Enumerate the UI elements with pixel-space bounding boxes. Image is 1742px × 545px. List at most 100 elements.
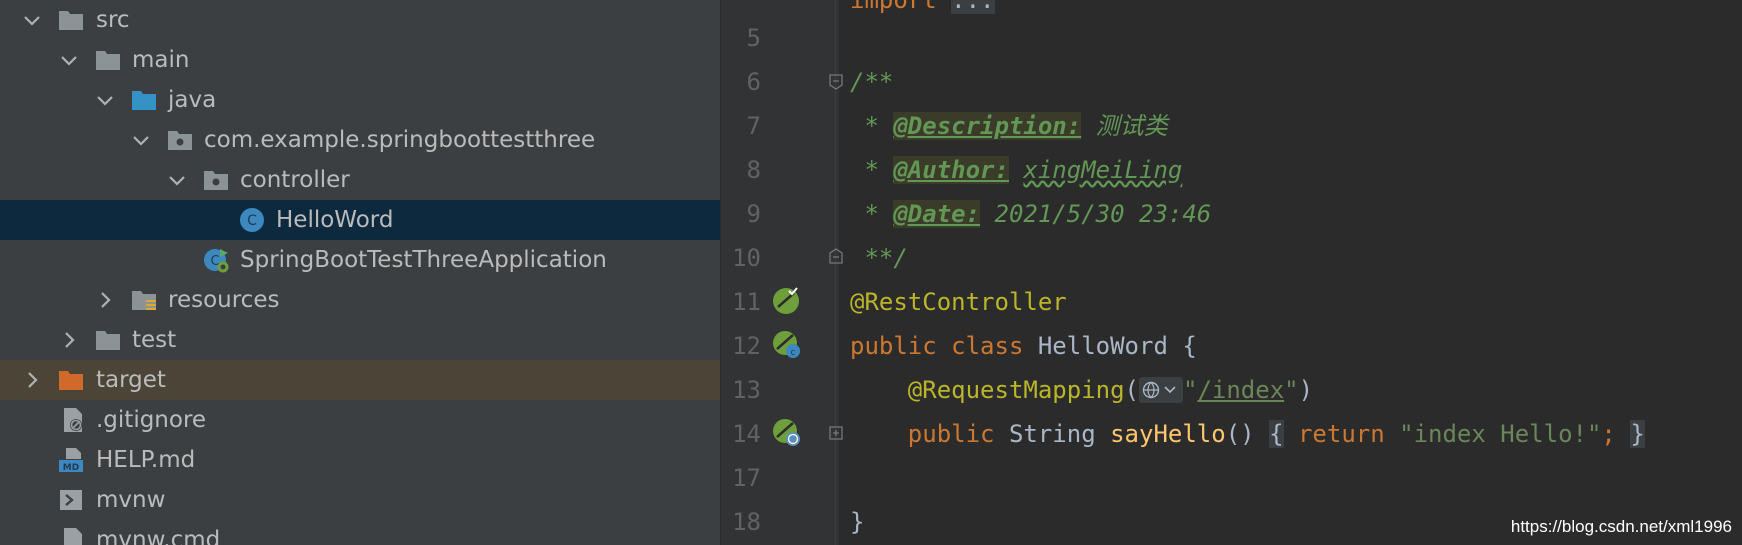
resources-folder-icon — [132, 291, 156, 310]
source-folder-icon — [132, 91, 156, 110]
spring-bean-class-icon[interactable]: c — [771, 329, 803, 361]
java-class-icon: C — [240, 208, 264, 232]
line-number: 7 — [746, 112, 761, 140]
code-line-date[interactable]: * @Date: 2021/5/30 23:46 — [850, 192, 1211, 236]
svg-text:MD: MD — [63, 463, 79, 473]
doc-comment: **/ — [850, 244, 908, 272]
code-line-doc-open[interactable]: /** — [850, 60, 893, 104]
keyword: import — [850, 0, 937, 14]
web-endpoint-icon[interactable] — [771, 417, 803, 449]
folder-icon — [96, 51, 120, 70]
code-line-method[interactable]: public String sayHello() { return "index… — [850, 412, 1645, 456]
doc-comment: * — [850, 156, 894, 184]
doc-comment-text: xingMeiLing — [1023, 156, 1183, 184]
line-number: 8 — [746, 156, 761, 184]
code-line-rest-controller[interactable]: @RestController — [850, 280, 1067, 324]
keyword: return — [1297, 420, 1385, 448]
chevron-down-icon — [1164, 386, 1176, 394]
tree-item-main[interactable]: main — [0, 40, 720, 80]
fold-toggle-icon[interactable] — [829, 248, 843, 264]
tree-item-label: test — [132, 327, 177, 353]
file-icon — [64, 528, 82, 545]
endpoint-globe-button[interactable] — [1139, 377, 1183, 403]
annotation: @RestController — [850, 288, 1067, 316]
folded-imports[interactable]: ... — [951, 0, 995, 14]
tree-item-label: SpringBootTestThreeApplication — [240, 247, 607, 273]
chevron-down-icon[interactable] — [93, 88, 117, 112]
project-tree-panel: src main java com.example.springboottest… — [0, 0, 720, 545]
code-line-author[interactable]: * @Author: xingMeiLing — [850, 148, 1182, 192]
tree-item-label: controller — [240, 167, 350, 193]
line-number: 9 — [746, 200, 761, 228]
line-number: 18 — [732, 508, 761, 536]
tree-item-label: resources — [168, 287, 280, 313]
spring-bean-icon[interactable] — [771, 285, 803, 317]
tree-item-test[interactable]: test — [0, 320, 720, 360]
line-number: 5 — [746, 24, 761, 52]
class-name: HelloWord — [1037, 332, 1168, 360]
tree-item-label: HelloWord — [276, 207, 394, 233]
tree-item-label: target — [96, 367, 166, 393]
keyword: public — [850, 332, 937, 360]
tree-item-resources[interactable]: resources — [0, 280, 720, 320]
fold-toggle-icon[interactable] — [829, 74, 843, 90]
brace: { — [1182, 332, 1197, 360]
doc-comment: /** — [850, 68, 894, 96]
tree-item-package[interactable]: com.example.springboottestthree — [0, 120, 720, 160]
mapping-path-link[interactable]: /index — [1197, 376, 1284, 404]
paren: () — [1225, 420, 1255, 448]
expand-fold-icon[interactable] — [829, 425, 843, 441]
line-number: 6 — [746, 68, 761, 96]
code-line-import[interactable]: import ... — [850, 0, 995, 22]
tree-item-application[interactable]: C SpringBootTestThreeApplication — [0, 240, 720, 280]
chevron-right-icon[interactable] — [57, 328, 81, 352]
code-line-class-decl[interactable]: public class HelloWord { — [850, 324, 1197, 368]
gitignore-file-icon — [64, 408, 82, 432]
excluded-folder-icon — [59, 371, 83, 390]
brace: } — [850, 508, 865, 536]
tree-item-label: mvnw.cmd — [96, 527, 221, 545]
folded-brace[interactable]: } — [1630, 420, 1645, 448]
annotation: @RequestMapping — [907, 376, 1125, 404]
chevron-down-icon[interactable] — [57, 48, 81, 72]
string: " — [1284, 376, 1299, 404]
string: "index Hello!" — [1399, 420, 1602, 448]
chevron-right-icon[interactable] — [93, 288, 117, 312]
chevron-down-icon[interactable] — [20, 8, 44, 32]
folder-icon — [96, 331, 120, 350]
semicolon: ; — [1601, 420, 1616, 448]
tree-item-target[interactable]: target — [0, 360, 720, 400]
tree-item-label: mvnw — [96, 487, 166, 513]
line-number: 10 — [732, 244, 761, 272]
code-line-request-mapping[interactable]: @RequestMapping("/index") — [850, 368, 1313, 412]
code-line-class-close[interactable]: } — [850, 500, 864, 544]
code-line-description[interactable]: * @Description: 测试类 — [850, 104, 1168, 148]
chevron-down-icon[interactable] — [129, 128, 153, 152]
tree-item-help-md[interactable]: MD HELP.md — [0, 440, 720, 480]
keyword: public — [907, 420, 995, 448]
folded-brace[interactable]: { — [1269, 420, 1284, 448]
tree-item-label: .gitignore — [96, 407, 207, 433]
chevron-right-icon[interactable] — [20, 368, 44, 392]
doc-comment-text: 测试类 — [1081, 112, 1168, 140]
tree-item-controller[interactable]: controller — [0, 160, 720, 200]
doc-comment: * — [850, 112, 894, 140]
code-editor[interactable]: 5 6 7 8 9 10 11 12 13 14 17 18 c import … — [721, 0, 1742, 545]
globe-icon — [1142, 381, 1160, 399]
tree-item-gitignore[interactable]: .gitignore — [0, 400, 720, 440]
tree-item-mvnw-cmd[interactable]: mvnw.cmd — [0, 520, 720, 545]
code-line-doc-close[interactable]: **/ — [850, 236, 908, 280]
tree-item-label: main — [132, 47, 190, 73]
shell-script-icon — [60, 490, 82, 510]
tree-item-label: java — [168, 87, 217, 113]
tree-item-src[interactable]: src — [0, 0, 720, 40]
doc-comment: * — [850, 200, 894, 228]
tree-item-java[interactable]: java — [0, 80, 720, 120]
tree-item-mvnw[interactable]: mvnw — [0, 480, 720, 520]
package-icon — [168, 131, 192, 150]
spring-boot-class-icon: C — [204, 249, 229, 273]
line-number: 13 — [732, 376, 761, 404]
chevron-down-icon[interactable] — [165, 168, 189, 192]
tree-item-helloword[interactable]: C HelloWord — [0, 200, 720, 240]
paren: ( — [1124, 376, 1139, 404]
